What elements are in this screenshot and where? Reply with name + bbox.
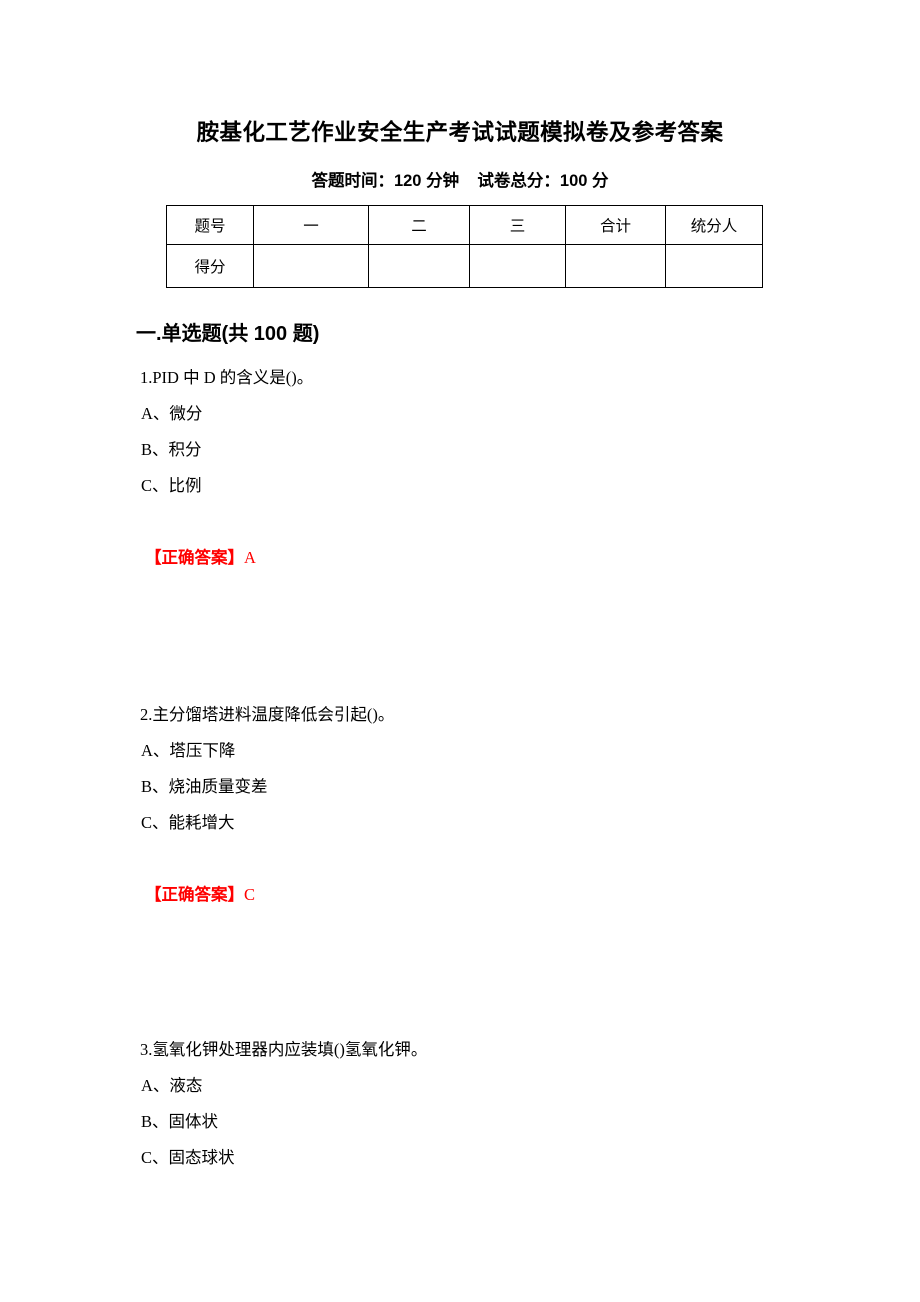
table-header-cell-4: 合计: [565, 205, 666, 245]
table-header-cell-2: 二: [368, 205, 470, 245]
page-title: 胺基化工艺作业安全生产考试试题模拟卷及参考答案: [196, 120, 724, 145]
table-row-header: 题号 一 二 三 合计 统分人: [166, 205, 763, 245]
table-cell-score-4[interactable]: [565, 244, 666, 288]
question-stem-3: 3.氢氧化钾处理器内应装填()氢氧化钾。: [140, 1040, 428, 1059]
table-header-cell-0: 题号: [166, 205, 254, 245]
document-page: 胺基化工艺作业安全生产考试试题模拟卷及参考答案 答题时间：120 分钟 试卷总分…: [0, 0, 920, 1302]
table-header-cell-5: 统分人: [665, 205, 763, 245]
table-row: 得分: [166, 244, 763, 288]
exam-meta-subtitle: 答题时间：120 分钟 试卷总分：100 分: [311, 172, 609, 190]
table-cell-score-3[interactable]: [469, 244, 566, 288]
table-row-label: 得分: [166, 244, 254, 288]
question-2-option-a[interactable]: A、塔压下降: [141, 739, 235, 763]
question-2-option-b[interactable]: B、烧油质量变差: [141, 775, 268, 799]
answer-value-2: C: [244, 885, 256, 904]
answer-label-1: 【正确答案】: [145, 548, 244, 567]
answer-label-2: 【正确答案】: [145, 885, 244, 904]
table-cell-score-1[interactable]: [253, 244, 369, 288]
score-table: 题号 一 二 三 合计 统分人 得分: [166, 205, 763, 288]
question-stem-1: 1.PID 中 D 的含义是()。: [140, 368, 314, 387]
section-heading-single-choice: 一.单选题(共 100 题): [136, 323, 320, 345]
table-cell-score-5[interactable]: [665, 244, 763, 288]
table-header-cell-1: 一: [253, 205, 369, 245]
question-3-option-b[interactable]: B、固体状: [141, 1110, 218, 1134]
question-2-answer: 【正确答案】C: [145, 883, 255, 907]
question-1-option-b[interactable]: B、积分: [141, 438, 202, 462]
question-1-answer: 【正确答案】A: [145, 546, 256, 570]
question-stem-2: 2.主分馏塔进料温度降低会引起()。: [140, 705, 395, 724]
question-1-option-c[interactable]: C、比例: [141, 474, 202, 498]
question-1-option-a[interactable]: A、微分: [141, 402, 202, 426]
table-header-cell-3: 三: [469, 205, 566, 245]
question-2-option-c[interactable]: C、能耗增大: [141, 811, 235, 835]
table-cell-score-2[interactable]: [368, 244, 470, 288]
answer-value-1: A: [244, 548, 256, 567]
question-3-option-c[interactable]: C、固态球状: [141, 1146, 235, 1170]
question-3-option-a[interactable]: A、液态: [141, 1074, 202, 1098]
